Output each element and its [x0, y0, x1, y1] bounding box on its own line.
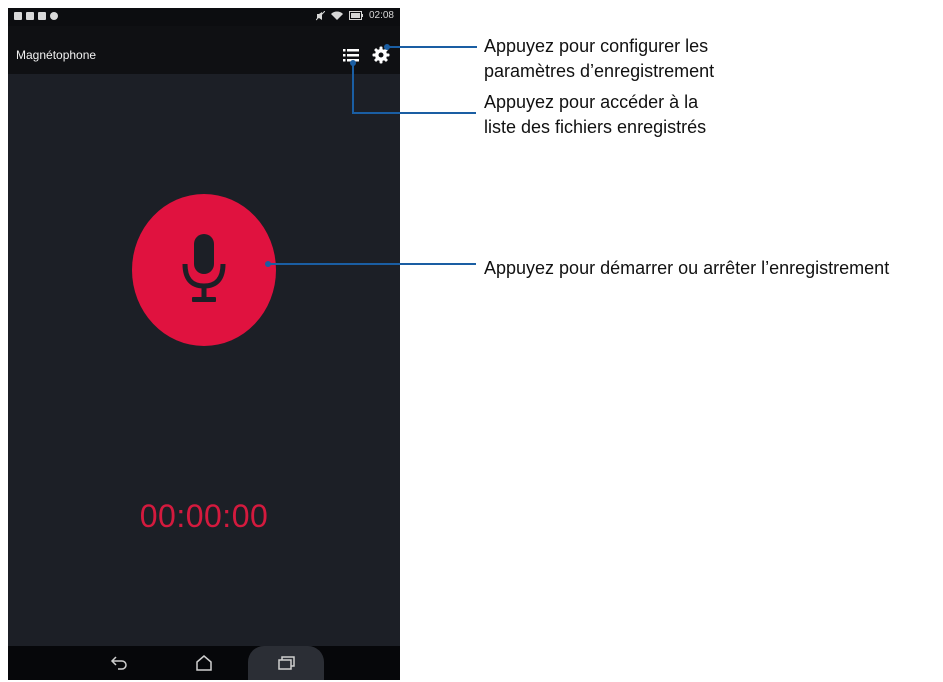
home-button[interactable] — [180, 646, 228, 680]
list-callout-line-1: Appuyez pour accéder à la — [484, 92, 699, 112]
microphone-icon — [182, 234, 226, 302]
app-title: Magnétophone — [16, 48, 97, 62]
record-callout-line — [268, 263, 476, 265]
settings-callout-line-1: Appuyez pour configurer les — [484, 36, 709, 56]
back-button[interactable] — [96, 646, 144, 680]
mute-icon — [315, 10, 325, 20]
status-bar: 02:08 — [8, 8, 400, 26]
recent-apps-icon — [278, 656, 295, 670]
recent-apps-button[interactable] — [248, 646, 324, 680]
app-bar: Magnétophone — [8, 26, 400, 74]
recording-timer: 00:00:00 — [139, 498, 269, 534]
list-callout-line-2: liste des fichiers enregistrés — [484, 117, 707, 137]
notification-icon — [38, 12, 46, 20]
back-icon — [110, 656, 127, 670]
notification-icon — [26, 12, 34, 20]
settings-callout-line-2: paramètres d’enregistrement — [484, 61, 715, 81]
list-callout-text: Appuyez pour accéder à la liste des fich… — [484, 90, 706, 140]
system-icons: 02:08 — [315, 10, 394, 21]
list-callout-line-horizontal — [352, 112, 476, 114]
status-time: 02:08 — [368, 10, 394, 21]
notification-icon — [14, 12, 22, 20]
record-callout-dot — [265, 261, 271, 267]
notification-icons — [14, 12, 58, 20]
wifi-icon — [330, 11, 343, 20]
record-button[interactable] — [132, 194, 276, 346]
home-icon — [196, 655, 212, 671]
notification-icon — [50, 12, 58, 20]
settings-callout-text: Appuyez pour configurer les paramètres d… — [484, 34, 714, 84]
list-callout-line-vertical — [352, 62, 354, 113]
phone-screen: 02:08 Magnétophone 00:00:00 — [8, 8, 400, 680]
record-callout-text: Appuyez pour démarrer ou arrêter l’enreg… — [484, 258, 890, 278]
settings-callout-line — [387, 46, 477, 48]
list-callout-dot — [350, 60, 356, 66]
settings-callout-dot — [384, 44, 390, 50]
battery-icon — [348, 11, 363, 20]
navigation-bar — [8, 646, 400, 680]
